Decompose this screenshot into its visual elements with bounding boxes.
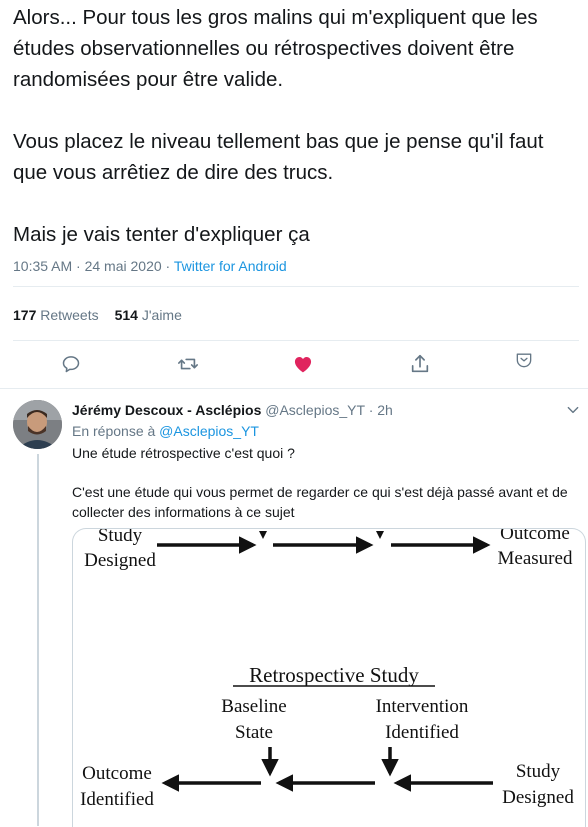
share-icon — [411, 354, 429, 373]
intervention-label-2: Identified — [385, 722, 459, 743]
top-right-label-1: Outcome — [500, 529, 570, 544]
tweet-stats: 177 Retweets 514 J'aime — [13, 307, 182, 323]
reply-header: Jérémy Descoux - Asclépios @Asclepios_YT… — [72, 402, 393, 418]
bottom-left-label-1: Outcome — [82, 763, 152, 784]
vertical-arrows — [261, 747, 399, 777]
tweet-meta: 10:35 AM · 24 mai 2020 · Twitter for And… — [13, 258, 287, 274]
reply-media-image[interactable]: Study Designed Outcome Measured Retrospe… — [72, 528, 586, 827]
replying-to: En réponse à @Asclepios_YT — [72, 423, 259, 439]
diagram-title: Retrospective Study — [249, 663, 419, 687]
top-left-label-1: Study — [98, 529, 143, 546]
bottom-right-label-2: Designed — [502, 787, 574, 808]
share-button[interactable] — [408, 350, 432, 378]
tweet-text: Alors... Pour tous les gros malins qui m… — [13, 6, 544, 246]
reply-time[interactable]: 2h — [377, 402, 393, 418]
top-right-label-2: Measured — [498, 548, 573, 569]
top-left-label-2: Designed — [84, 550, 156, 571]
reply-icon — [62, 356, 80, 373]
more-options-button[interactable] — [566, 403, 580, 422]
retweet-icon — [178, 358, 198, 370]
likes-count: 514 — [114, 307, 138, 323]
chevron-down-icon — [567, 406, 579, 414]
top-tick-2 — [376, 531, 384, 539]
divider — [13, 340, 579, 341]
like-button[interactable] — [291, 350, 315, 378]
tweet-actions — [0, 350, 588, 380]
divider — [13, 286, 579, 287]
separator — [0, 388, 588, 389]
top-tick-1 — [259, 531, 267, 539]
retweets-label: Retweets — [40, 307, 99, 323]
intervention-label-1: Intervention — [376, 696, 469, 717]
bookmark-button[interactable] — [512, 346, 536, 374]
thread-line — [37, 454, 39, 826]
likes-stat[interactable]: 514 J'aime — [115, 307, 182, 323]
retweet-button[interactable] — [176, 350, 200, 378]
tweet-source-link[interactable]: Twitter for Android — [174, 258, 287, 274]
replying-to-handle[interactable]: @Asclepios_YT — [159, 423, 259, 439]
retweets-count: 177 — [13, 307, 37, 323]
reply-dot: · — [368, 402, 374, 418]
reply-author-handle[interactable]: @Asclepios_YT — [265, 402, 365, 418]
baseline-label-1: Baseline — [221, 696, 286, 717]
reply-text: Une étude rétrospective c'est quoi ? C'e… — [72, 445, 568, 520]
bottom-right-label-1: Study — [516, 761, 561, 782]
baseline-label-2: State — [235, 722, 273, 743]
retrospective-diagram: Study Designed Outcome Measured Retrospe… — [80, 529, 574, 810]
likes-label: J'aime — [141, 307, 182, 323]
reply-author-name[interactable]: Jérémy Descoux - Asclépios — [72, 402, 261, 418]
like-icon — [294, 357, 312, 373]
reply-button[interactable] — [59, 350, 83, 378]
retweets-stat[interactable]: 177 Retweets — [13, 307, 99, 323]
bookmark-icon — [516, 353, 532, 368]
bottom-left-label-2: Identified — [80, 789, 154, 810]
avatar[interactable] — [13, 400, 62, 449]
replying-to-prefix: En réponse à — [72, 423, 160, 439]
tweet-timestamp[interactable]: 10:35 AM · 24 mai 2020 · — [13, 258, 174, 274]
